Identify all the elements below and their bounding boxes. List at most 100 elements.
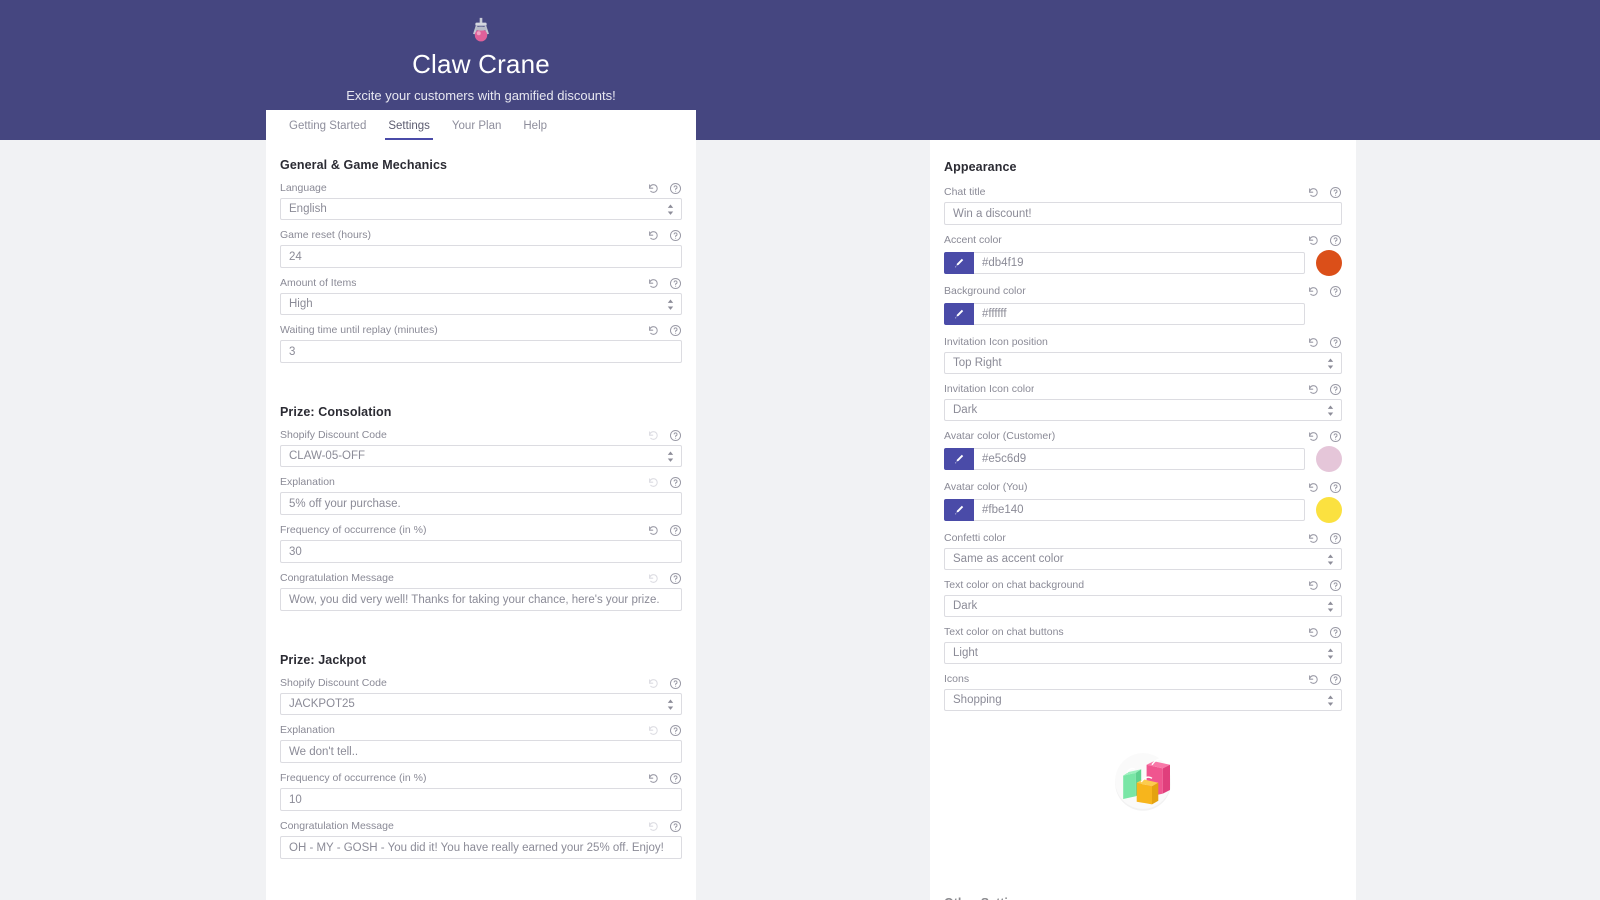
color-picker-button[interactable] xyxy=(944,499,974,521)
color-hex-input[interactable]: #fbe140 xyxy=(974,499,1305,521)
select-wrapper: Light xyxy=(944,642,1342,664)
field-label: Amount of Items xyxy=(280,277,357,290)
field-label: Avatar color (Customer) xyxy=(944,430,1056,443)
help-icon[interactable] xyxy=(669,677,682,690)
color-hex-input[interactable]: #ffffff xyxy=(974,303,1305,325)
section-title: Prize: Jackpot xyxy=(280,653,367,667)
field-label: Frequency of occurrence (in %) xyxy=(280,772,427,785)
help-icon[interactable] xyxy=(669,524,682,537)
select-field[interactable]: Same as accent color xyxy=(944,548,1342,570)
help-icon[interactable] xyxy=(1329,336,1342,349)
help-icon[interactable] xyxy=(1329,430,1342,443)
text-input[interactable]: 24 xyxy=(280,245,682,268)
text-input[interactable]: 5% off your purchase. xyxy=(280,492,682,515)
text-input[interactable]: Wow, you did very well! Thanks for takin… xyxy=(280,588,682,611)
tab-help[interactable]: Help xyxy=(512,120,558,140)
help-icon[interactable] xyxy=(669,572,682,585)
help-icon[interactable] xyxy=(669,820,682,833)
reset-icon[interactable] xyxy=(1307,673,1320,686)
reset-icon[interactable] xyxy=(647,182,660,195)
select-field[interactable]: Dark xyxy=(944,399,1342,421)
color-picker-field: #fbe140 xyxy=(944,497,1342,523)
reset-icon[interactable] xyxy=(647,524,660,537)
help-icon[interactable] xyxy=(1329,626,1342,639)
help-icon[interactable] xyxy=(1329,481,1342,494)
select-field[interactable]: JACKPOT25 xyxy=(280,693,682,715)
text-input[interactable]: OH - MY - GOSH - You did it! You have re… xyxy=(280,836,682,859)
help-icon[interactable] xyxy=(669,476,682,489)
help-icon[interactable] xyxy=(669,724,682,737)
field-label: Shopify Discount Code xyxy=(280,677,387,690)
help-icon[interactable] xyxy=(1329,234,1342,247)
reset-icon[interactable] xyxy=(1307,532,1320,545)
reset-icon[interactable] xyxy=(1307,626,1320,639)
field-header: Background color xyxy=(944,285,1342,301)
select-field[interactable]: Top Right xyxy=(944,352,1342,374)
form-field: Game reset (hours) 24 xyxy=(280,229,682,268)
color-picker-button[interactable] xyxy=(944,252,974,274)
help-icon[interactable] xyxy=(1329,383,1342,396)
text-input[interactable]: 3 xyxy=(280,340,682,363)
help-icon[interactable] xyxy=(1329,532,1342,545)
reset-icon[interactable] xyxy=(647,277,660,290)
field-actions xyxy=(1307,579,1342,592)
reset-icon[interactable] xyxy=(647,324,660,337)
help-icon[interactable] xyxy=(1329,285,1342,298)
field-actions xyxy=(647,429,682,442)
color-picker-button[interactable] xyxy=(944,448,974,470)
section-title-appearance: Appearance xyxy=(944,160,1017,174)
text-input[interactable]: Win a discount! xyxy=(944,202,1342,225)
text-input-wrapper: Wow, you did very well! Thanks for takin… xyxy=(280,588,682,611)
help-icon[interactable] xyxy=(1329,186,1342,199)
tab-settings[interactable]: Settings xyxy=(377,120,441,140)
select-wrapper: JACKPOT25 xyxy=(280,693,682,715)
reset-icon[interactable] xyxy=(1307,285,1320,298)
tab-your-plan[interactable]: Your Plan xyxy=(441,120,512,140)
help-icon[interactable] xyxy=(669,277,682,290)
color-picker-button[interactable] xyxy=(944,303,974,325)
field-header: Congratulation Message xyxy=(280,820,682,836)
select-wrapper: Same as accent color xyxy=(944,548,1342,570)
reset-icon[interactable] xyxy=(647,229,660,242)
select-field[interactable]: Dark xyxy=(944,595,1342,617)
reset-icon[interactable] xyxy=(1307,234,1320,247)
form-field: Waiting time until replay (minutes) 3 xyxy=(280,324,682,363)
section-title: General & Game Mechanics xyxy=(280,158,448,172)
select-field[interactable]: English xyxy=(280,198,682,220)
reset-icon[interactable] xyxy=(1307,430,1320,443)
help-icon[interactable] xyxy=(669,772,682,785)
reset-icon[interactable] xyxy=(1307,579,1320,592)
field-header: Explanation xyxy=(280,476,682,492)
help-icon[interactable] xyxy=(669,324,682,337)
reset-icon[interactable] xyxy=(1307,481,1320,494)
field-label: Language xyxy=(280,182,327,195)
reset-icon[interactable] xyxy=(1307,336,1320,349)
color-hex-input[interactable]: #e5c6d9 xyxy=(974,448,1305,470)
form-field: Frequency of occurrence (in %) 30 xyxy=(280,524,682,563)
reset-icon[interactable] xyxy=(647,772,660,785)
reset-icon[interactable] xyxy=(1307,383,1320,396)
select-field[interactable]: CLAW-05-OFF xyxy=(280,445,682,467)
tab-getting-started[interactable]: Getting Started xyxy=(278,120,377,140)
form-field: Avatar color (Customer) #e5c6d9 xyxy=(944,430,1342,472)
reset-icon[interactable] xyxy=(1307,186,1320,199)
field-actions xyxy=(647,324,682,337)
text-input[interactable]: 10 xyxy=(280,788,682,811)
appearance-section: Appearance Chat title Win a discount! Acce… xyxy=(930,140,1356,900)
select-field[interactable]: Shopping xyxy=(944,689,1342,711)
help-icon[interactable] xyxy=(669,182,682,195)
help-icon[interactable] xyxy=(1329,579,1342,592)
field-label: Shopify Discount Code xyxy=(280,429,387,442)
field-actions xyxy=(1307,673,1342,686)
help-icon[interactable] xyxy=(669,229,682,242)
app-header: Claw Crane Excite your customers with ga… xyxy=(0,0,1600,140)
field-actions xyxy=(647,820,682,833)
text-input[interactable]: We don't tell.. xyxy=(280,740,682,763)
help-icon[interactable] xyxy=(1329,673,1342,686)
color-hex-input[interactable]: #db4f19 xyxy=(974,252,1305,274)
help-icon[interactable] xyxy=(669,429,682,442)
field-actions xyxy=(647,182,682,195)
text-input[interactable]: 30 xyxy=(280,540,682,563)
select-field[interactable]: High xyxy=(280,293,682,315)
select-field[interactable]: Light xyxy=(944,642,1342,664)
